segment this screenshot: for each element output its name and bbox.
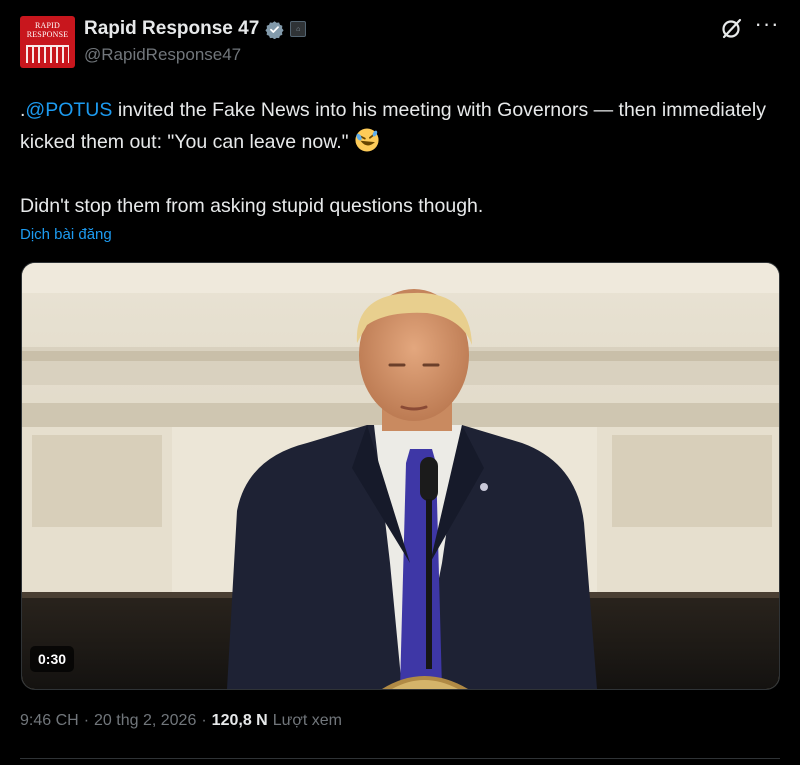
verified-badge-icon [265,20,284,39]
translate-post-link[interactable]: Dịch bài đăng [20,226,112,243]
more-options-icon[interactable]: ··· [754,13,780,40]
avatar[interactable]: RAPID RESPONSE [20,16,75,68]
views-count[interactable]: 120,8 N [212,712,268,730]
affiliation-badge-icon[interactable]: ⌂ [290,21,307,37]
rolling-on-floor-laughing-emoji-icon [355,128,379,152]
author-name-row[interactable]: Rapid Response 47 ⌂ [84,16,307,42]
post-metadata: 9:46 CH · 20 thg 2, 2026 · 120,8 N Lượt … [20,712,342,730]
tweet-post: RAPID RESPONSE Rapid Response 47 ⌂ @Rapi… [0,0,800,765]
white-house-emblem [26,45,69,63]
tweet-text-line1: .@POTUS invited the Fake News into his m… [20,94,780,158]
tweet-text-line2: Didn't stop them from asking stupid ques… [20,195,484,217]
tweet-body: invited the Fake News into his meeting w… [20,99,772,153]
views-label: Lượt xem [272,712,342,729]
post-date[interactable]: 20 thg 2, 2026 [94,712,196,730]
video-duration-badge: 0:30 [30,646,75,672]
post-time[interactable]: 9:46 CH [20,712,79,730]
meta-separator: · [201,712,207,729]
video-player[interactable] [21,262,780,690]
video-frame [22,263,779,689]
divider [20,758,780,759]
author-handle[interactable]: @RapidResponse47 [84,45,241,65]
author-display-name[interactable]: Rapid Response 47 [84,18,259,40]
mention-link[interactable]: @POTUS [25,99,112,121]
grok-icon[interactable] [720,16,744,40]
meta-separator: · [83,712,90,729]
avatar-logo-text: RAPID RESPONSE [26,21,69,39]
